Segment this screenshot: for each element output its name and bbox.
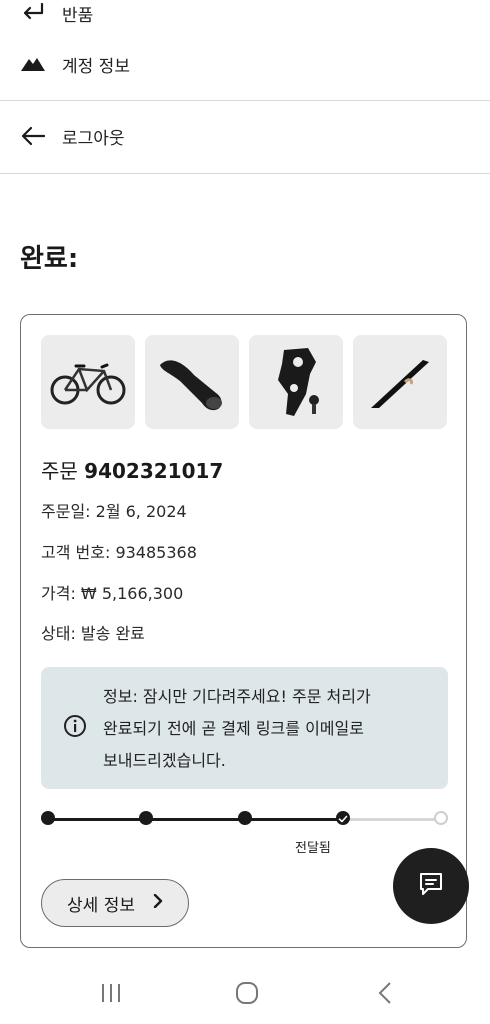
menu-item-logout[interactable]: 로그아웃 (0, 122, 490, 150)
product-thumb-chain-guide[interactable] (353, 335, 447, 429)
menu-label-logout: 로그아웃 (62, 128, 125, 149)
info-notice: 정보: 잠시만 기다려주세요! 주문 처리가 완료되기 전에 곧 결제 링크를 … (41, 667, 448, 789)
home-icon (236, 982, 258, 1004)
order-status-page: 반품 계정 정보 로그아웃 완료: 주문 9402321017 주문일: 2월 … (0, 0, 490, 1024)
menu-label-account: 계정 정보 (62, 56, 130, 77)
customer-number: 고객 번호: 93485368 (41, 543, 197, 562)
mountain-icon (20, 51, 46, 77)
home-button[interactable] (232, 978, 262, 1008)
progress-step (434, 811, 448, 825)
order-title: 주문 9402321017 (41, 455, 223, 484)
chat-button[interactable] (393, 848, 469, 924)
recent-apps-icon (102, 984, 120, 1002)
divider (0, 173, 490, 174)
chevron-right-icon (153, 893, 163, 913)
progress-current-label: 전달됨 (295, 841, 331, 856)
order-date: 주문일: 2월 6, 2024 (41, 502, 187, 521)
order-status: 상태: 발송 완료 (41, 624, 145, 643)
notice-line: 보내드리겠습니다. (103, 751, 226, 770)
order-number: 9402321017 (84, 459, 224, 483)
back-button[interactable] (370, 978, 400, 1008)
divider (0, 100, 490, 101)
info-icon (63, 714, 87, 742)
details-button[interactable]: 상세 정보 (41, 879, 189, 927)
product-thumb-stem-mount[interactable] (145, 335, 239, 429)
product-thumbnails (41, 335, 447, 429)
product-thumb-bicycle[interactable] (41, 335, 135, 429)
section-title: 완료: (20, 244, 79, 274)
details-button-label: 상세 정보 (67, 895, 135, 916)
arrow-left-icon (20, 123, 46, 149)
menu-item-return[interactable]: 반품 (0, 0, 490, 26)
system-nav-bar (0, 960, 490, 1024)
progress-step (237, 811, 252, 825)
progress-track-complete (48, 818, 343, 821)
back-icon (378, 982, 391, 1004)
menu-item-account[interactable]: 계정 정보 (0, 50, 490, 78)
order-title-prefix: 주문 (41, 459, 78, 483)
recent-apps-button[interactable] (96, 978, 126, 1008)
progress-track-pending (342, 818, 441, 821)
check-icon (338, 815, 348, 823)
notice-text: 정보: 잠시만 기다려주세요! 주문 처리가 완료되기 전에 곧 결제 링크를 … (103, 681, 434, 777)
notice-line: 정보: 잠시만 기다려주세요! 주문 처리가 (103, 687, 371, 706)
chat-icon (418, 871, 444, 901)
order-price: 가격: ₩ 5,166,300 (41, 584, 184, 603)
progress-step-current (335, 811, 350, 825)
progress-step (139, 811, 154, 825)
delivery-progress (41, 809, 448, 829)
product-thumb-derailleur-hanger[interactable] (249, 335, 343, 429)
progress-step (41, 811, 55, 825)
return-arrow-icon (20, 0, 46, 26)
notice-line: 완료되기 전에 곧 결제 링크를 이메일로 (103, 719, 364, 738)
order-card: 주문 9402321017 주문일: 2월 6, 2024 고객 번호: 934… (20, 314, 467, 948)
menu-label-return: 반품 (62, 5, 94, 26)
